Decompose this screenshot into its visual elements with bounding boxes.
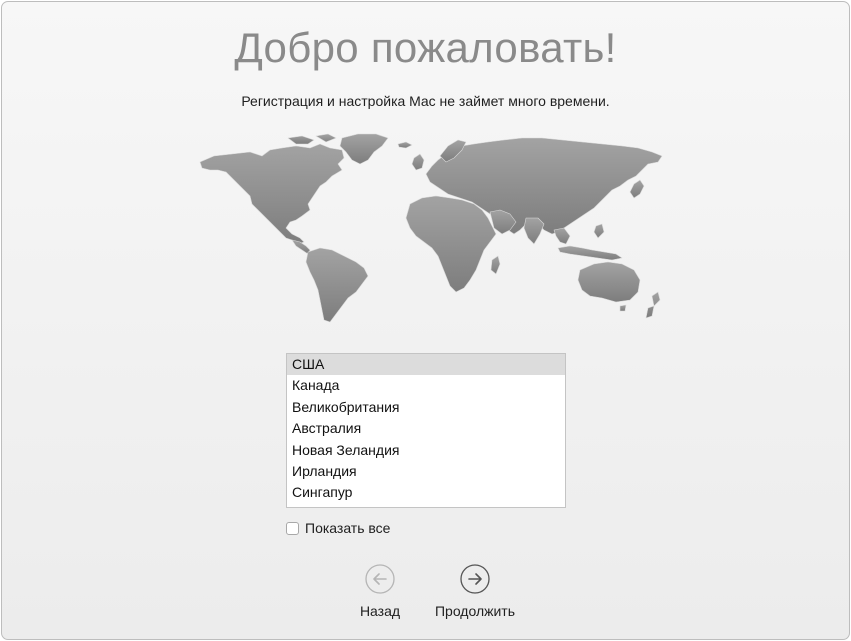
africa-shape <box>405 195 497 293</box>
country-list-item[interactable]: Сингапур <box>287 482 565 503</box>
country-list-item[interactable]: Ирландия <box>287 461 565 482</box>
world-map-icon <box>199 133 663 323</box>
show-all-checkbox[interactable] <box>286 521 299 535</box>
country-list-item[interactable]: Канада <box>287 375 565 396</box>
back-button[interactable]: Назад <box>342 564 418 619</box>
country-list-item[interactable]: Австралия <box>287 418 565 439</box>
north-america-shape <box>199 143 345 245</box>
country-list[interactable]: США Канада Великобритания Австралия Новая Зе… <box>286 353 566 508</box>
south-america-shape <box>305 247 369 323</box>
continue-button[interactable]: Продолжить <box>420 564 530 619</box>
country-list-item[interactable]: США <box>287 354 565 376</box>
india-shape <box>523 217 545 245</box>
continue-button-label: Продолжить <box>434 603 516 619</box>
country-list-item[interactable]: Великобритания <box>287 397 565 418</box>
setup-assistant-window: Добро пожаловать! Регистрация и настройк… <box>1 1 850 640</box>
indonesia-shape <box>557 245 623 261</box>
arrow-right-circle-icon <box>460 564 490 594</box>
new-zealand-shape <box>645 291 661 319</box>
arrow-left-circle-icon <box>365 564 395 594</box>
greenland-shape <box>339 133 389 165</box>
page-title: Добро пожаловать! <box>234 24 617 71</box>
japan-shape <box>629 179 645 199</box>
iceland-shape <box>397 141 413 149</box>
back-button-label: Назад <box>359 603 401 619</box>
page-subtitle: Регистрация и настройка Mac не займет мн… <box>241 93 610 109</box>
philippines-shape <box>593 223 605 239</box>
uk-shape <box>411 153 425 171</box>
madagascar-shape <box>490 255 501 275</box>
australia-shape <box>577 261 641 303</box>
southeast-asia-shape <box>553 227 571 245</box>
show-all-label: Показать все <box>305 520 391 536</box>
arctic-islands-shape <box>287 133 337 145</box>
tasmania-shape <box>619 304 627 312</box>
country-list-item[interactable]: Новая Зеландия <box>287 440 565 461</box>
show-all-control[interactable]: Показать все <box>286 519 390 537</box>
